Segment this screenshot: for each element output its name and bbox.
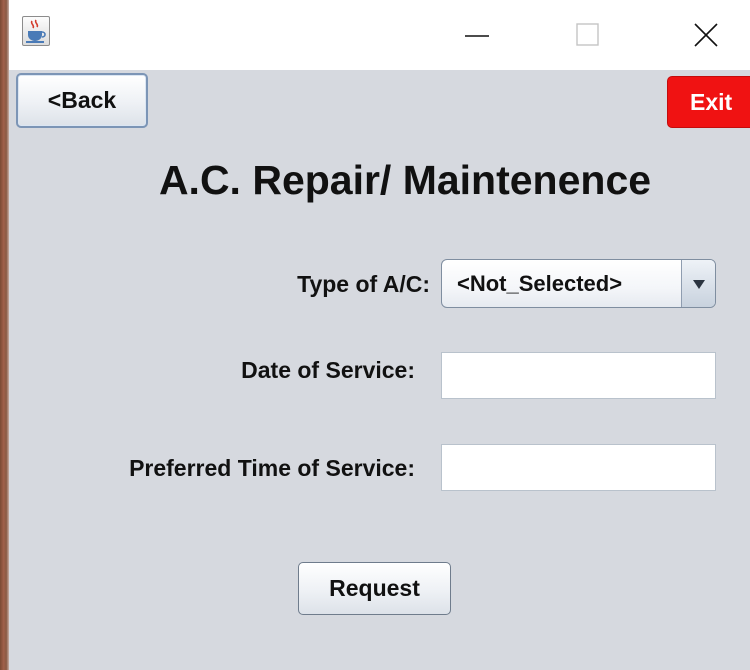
maximize-icon[interactable] [561, 12, 615, 58]
preferred-time-label: Preferred Time of Service: [129, 455, 415, 481]
chevron-down-icon[interactable] [681, 260, 715, 307]
window-left-edge [0, 0, 9, 670]
minimize-icon[interactable] [450, 12, 504, 58]
back-button[interactable]: <Back [16, 73, 148, 128]
ac-type-dropdown[interactable]: <Not_Selected> [441, 259, 716, 308]
java-cup-icon [22, 16, 50, 46]
back-button-label: <Back [47, 87, 117, 113]
date-of-service-label: Date of Service: [241, 357, 415, 383]
preferred-time-field[interactable] [441, 444, 716, 491]
exit-button-label: Exit [690, 88, 733, 115]
exit-button[interactable]: Exit [667, 76, 750, 128]
window-titlebar [9, 0, 750, 70]
date-of-service-field[interactable] [441, 352, 716, 399]
page-title: A.C. Repair/ Maintenence [158, 157, 652, 203]
close-icon[interactable] [680, 12, 734, 58]
request-button[interactable]: Request [298, 562, 451, 615]
request-button-label: Request [329, 575, 420, 601]
ac-type-selected-value: <Not_Selected> [457, 271, 623, 296]
ac-type-label: Type of A/C: [297, 271, 430, 297]
